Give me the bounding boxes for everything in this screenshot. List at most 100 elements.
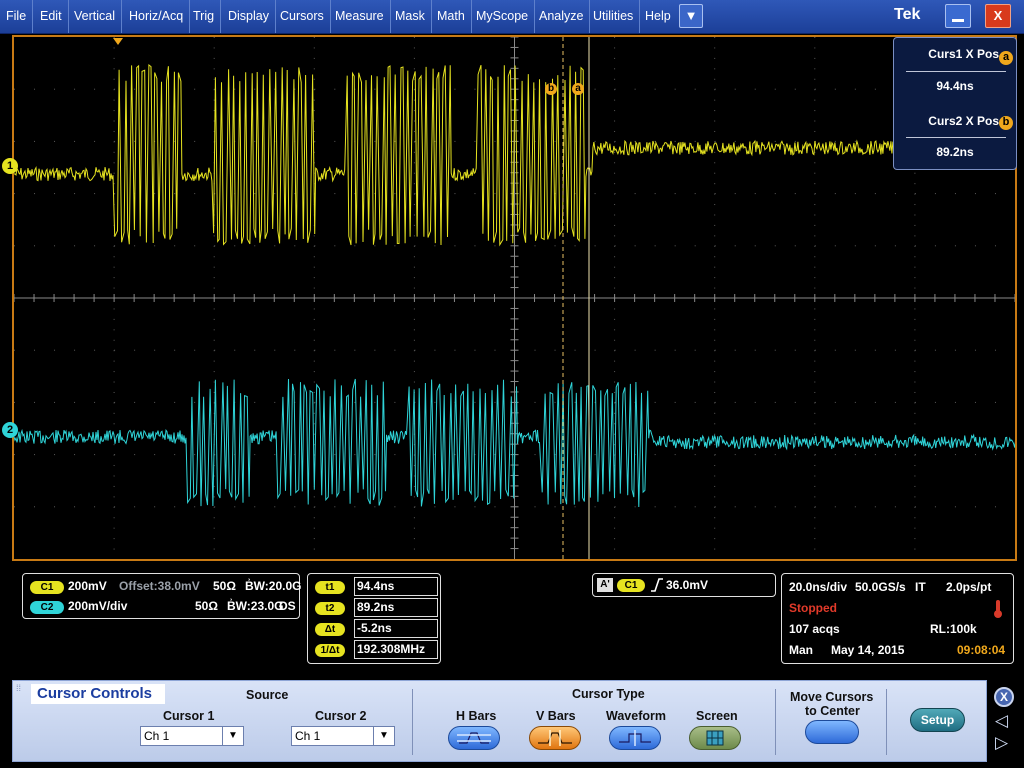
grid-dot	[854, 88, 856, 90]
setup-button[interactable]: Setup	[910, 708, 965, 732]
trigger-position-marker[interactable]	[113, 38, 123, 45]
grid-dot	[814, 224, 816, 226]
menu-measure[interactable]: Measure	[329, 0, 391, 33]
grid-dot	[614, 527, 616, 529]
grid-dot	[534, 245, 536, 247]
grid-dot	[854, 454, 856, 456]
close-window-button[interactable]: X	[985, 4, 1011, 28]
cursor-readout-box[interactable]: Curs1 X Pos a 94.4ns Curs2 X Pos b 89.2n…	[893, 37, 1017, 170]
close-panel-button[interactable]: X	[994, 687, 1014, 707]
next-panel-icon[interactable]: ▷	[995, 733, 1008, 753]
waveform-cursor-button[interactable]	[609, 726, 661, 750]
minimize-button[interactable]	[945, 4, 971, 28]
grid-dot	[814, 162, 816, 164]
grid-dot	[413, 68, 415, 70]
grid-dot	[954, 401, 956, 403]
grid-dot	[394, 401, 396, 403]
grid-dot	[734, 506, 736, 508]
grid-dot	[694, 349, 696, 351]
grid-dot	[254, 506, 256, 508]
menu-help[interactable]: Help	[639, 0, 677, 33]
grid-dot	[614, 214, 616, 216]
hbars-button[interactable]	[448, 726, 500, 750]
grid-dot	[814, 287, 816, 289]
sample-rate: 50.0GS/s	[855, 580, 906, 594]
ch1-marker[interactable]: 1	[2, 158, 18, 174]
menu-display[interactable]: Display	[222, 0, 276, 33]
menu-vertical[interactable]: Vertical	[68, 0, 122, 33]
grid-dot	[194, 245, 196, 247]
grid-dot	[914, 371, 916, 373]
acq-mode: IT	[915, 580, 926, 594]
grid-dot	[914, 538, 916, 540]
grid-dot	[814, 391, 816, 393]
menu-file[interactable]: File	[0, 0, 34, 33]
waveform-display[interactable]: b a	[12, 35, 1017, 561]
grid-dot	[274, 245, 276, 247]
grid-dot	[114, 245, 116, 247]
grid-dot	[354, 506, 356, 508]
grid-dot	[734, 401, 736, 403]
grid-dot	[874, 401, 876, 403]
menu-edit[interactable]: Edit	[34, 0, 69, 33]
time: 09:08:04	[957, 643, 1006, 657]
grid-dot	[714, 465, 716, 467]
menu-dropdown-button[interactable]: ▼	[679, 4, 703, 28]
screen-cursor-button[interactable]	[689, 726, 741, 750]
thermometer-icon	[992, 599, 1004, 624]
grid-dot	[413, 329, 415, 331]
grid-dot	[274, 454, 276, 456]
grid-dot	[213, 318, 215, 320]
curs2-value: 89.2ns	[936, 145, 974, 159]
grid-dot	[254, 349, 256, 351]
menu-cursors[interactable]: Cursors	[274, 0, 331, 33]
grid-dot	[614, 172, 616, 174]
acquisition-readout[interactable]: 20.0ns/div 50.0GS/s IT 2.0ps/pt Stopped …	[781, 573, 1014, 664]
grid-dot	[194, 454, 196, 456]
grid-dot	[674, 454, 676, 456]
vbars-button[interactable]	[529, 726, 581, 750]
grid-dot	[394, 349, 396, 351]
grid-dot	[113, 371, 115, 373]
menu-myscope[interactable]: MyScope	[470, 0, 536, 33]
grid-dot	[814, 183, 816, 185]
menu-trig[interactable]: Trig	[187, 0, 222, 33]
cursor-measurement-table[interactable]: t1 94.4ns t2 89.2ns Δt -5.2ns 1/Δt 192.3…	[307, 573, 441, 664]
grid-dot	[614, 548, 616, 550]
grid-dot	[74, 506, 76, 508]
hbars-label: H Bars	[456, 709, 497, 723]
cursor2-source-select[interactable]: Ch 1 ▼	[291, 726, 395, 746]
grid-dot	[113, 444, 115, 446]
ch2-marker[interactable]: 2	[2, 422, 18, 438]
grid-dot	[694, 245, 696, 247]
grid-dot	[574, 245, 576, 247]
grid-dot	[174, 245, 176, 247]
grid-dot	[313, 57, 315, 59]
cursor1-source-select[interactable]: Ch 1 ▼	[140, 726, 244, 746]
grid-dot	[914, 204, 916, 206]
grid-dot	[394, 506, 396, 508]
trigger-readout[interactable]: A' C1 36.0mV	[592, 573, 776, 597]
menu-math[interactable]: Math	[431, 0, 472, 33]
menu-mask[interactable]: Mask	[389, 0, 432, 33]
grid-dot	[194, 140, 196, 142]
grid-dot	[994, 401, 996, 403]
grid-dot	[694, 140, 696, 142]
grid-dot	[534, 349, 536, 351]
grid-dot	[814, 256, 816, 258]
menu-horiz-acq[interactable]: Horiz/Acq	[123, 0, 191, 33]
menu-analyze[interactable]: Analyze	[533, 0, 591, 33]
grid-dot	[614, 140, 616, 142]
grid-dot	[854, 349, 856, 351]
grid-dot	[113, 360, 115, 362]
move-cursors-to-center-button[interactable]	[805, 720, 859, 744]
grid-dot	[814, 277, 816, 279]
grid-dot	[434, 349, 436, 351]
grid-dot	[313, 99, 315, 101]
grid-dot	[714, 401, 716, 403]
grid-dot	[454, 506, 456, 508]
previous-panel-icon[interactable]: ◁	[995, 711, 1008, 731]
menu-utilities[interactable]: Utilities	[587, 0, 641, 33]
channel-readout[interactable]: C1 200mV Offset:38.0mV 50Ω B͗W:20.0G C2 …	[22, 573, 301, 619]
inv-delta-t-value: 192.308MHz	[354, 640, 438, 659]
